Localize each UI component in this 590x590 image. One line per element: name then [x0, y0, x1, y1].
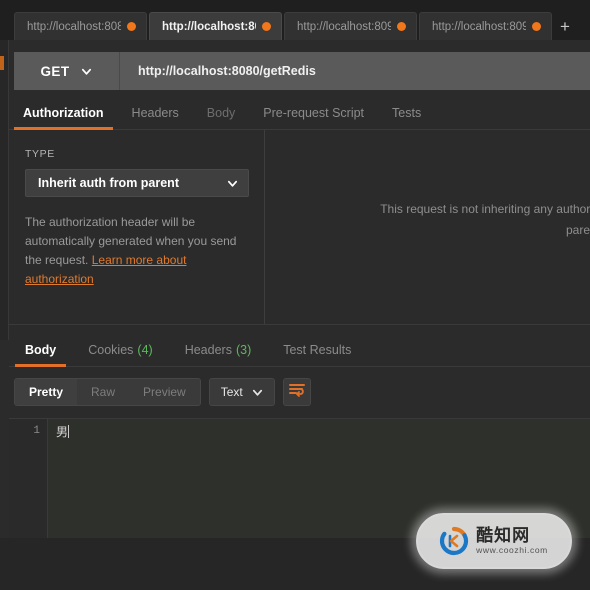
response-tab-strip: Body Cookies (4) Headers (3) Test Result… — [9, 334, 590, 367]
view-mode-raw[interactable]: Raw — [77, 379, 129, 405]
browser-tab-3[interactable]: http://localhost:809 — [284, 12, 417, 40]
watermark: 酷知网 www.coozhi.com — [411, 506, 576, 576]
response-tab-headers-label: Headers — [184, 343, 232, 357]
unsaved-dot-icon[interactable] — [532, 22, 541, 31]
new-tab-button[interactable]: + — [554, 12, 576, 40]
tab-pre-request-script-label: Pre-request Script — [263, 106, 365, 120]
tab-pre-request-script[interactable]: Pre-request Script — [249, 97, 378, 130]
word-wrap-button[interactable] — [282, 378, 311, 406]
chevron-down-icon — [252, 387, 263, 398]
auth-description: The authorization header will be automat… — [25, 213, 239, 289]
auth-type-value: Inherit auth from parent — [38, 176, 179, 190]
request-tab-strip: Authorization Headers Body Pre-request S… — [9, 97, 590, 130]
browser-tab-1-label: http://localhost:808 — [27, 20, 121, 33]
chevron-down-icon — [81, 66, 92, 77]
browser-tab-2[interactable]: http://localhost:808 — [149, 12, 282, 40]
browser-tab-2-label: http://localhost:808 — [162, 20, 256, 33]
auth-type-select[interactable]: Inherit auth from parent — [25, 169, 249, 197]
tab-body-label: Body — [206, 106, 236, 120]
coozhi-logo-icon — [439, 526, 469, 556]
tab-body[interactable]: Body — [193, 97, 250, 130]
view-mode-preview-label: Preview — [143, 385, 186, 399]
unsaved-dot-icon[interactable] — [397, 22, 406, 31]
tab-bar: http://localhost:808 http://localhost:80… — [0, 0, 590, 40]
tab-authorization-label: Authorization — [23, 106, 104, 120]
response-body-toolbar: Pretty Raw Preview Text — [14, 378, 311, 406]
response-tab-cookies-label: Cookies — [88, 343, 134, 357]
response-tab-body-label: Body — [25, 343, 57, 357]
auth-inherit-notice-line1: This request is not inheriting any autho… — [380, 202, 590, 216]
sidebar-collapse-handle[interactable] — [0, 56, 4, 70]
watermark-badge: 酷知网 www.coozhi.com — [415, 513, 572, 569]
response-tab-headers[interactable]: Headers (3) — [169, 334, 268, 367]
response-tab-body[interactable]: Body — [9, 334, 72, 367]
browser-tab-3-label: http://localhost:809 — [297, 20, 391, 33]
http-method-select[interactable]: GET — [14, 52, 120, 90]
auth-inherit-notice-line2: parent's auth — [565, 223, 590, 237]
line-number: 1 — [33, 425, 40, 437]
http-method-label: GET — [40, 63, 70, 79]
url-input-value: http://localhost:8080/getRedis — [138, 64, 316, 78]
watermark-site-url: www.coozhi.com — [476, 545, 548, 555]
chevron-down-icon — [227, 178, 238, 189]
text-caret — [68, 425, 70, 438]
word-wrap-icon — [288, 383, 305, 402]
authorization-settings: TYPE Inherit auth from parent The author… — [9, 130, 265, 324]
browser-tab-4-label: http://localhost:809 — [432, 20, 526, 33]
response-tab-test-results[interactable]: Test Results — [267, 334, 367, 367]
view-mode-pretty[interactable]: Pretty — [15, 379, 78, 405]
view-mode-group: Pretty Raw Preview — [14, 378, 201, 406]
unsaved-dot-icon[interactable] — [262, 22, 271, 31]
browser-tab-4[interactable]: http://localhost:809 — [419, 12, 552, 40]
response-tab-test-results-label: Test Results — [283, 343, 352, 357]
tab-headers-label: Headers — [131, 106, 179, 120]
app-window: http://localhost:808 http://localhost:80… — [0, 0, 590, 590]
authorization-preview: This request is not inheriting any autho… — [265, 130, 590, 324]
view-mode-pretty-label: Pretty — [29, 385, 64, 399]
request-url-bar: GET http://localhost:8080/getRedis — [14, 52, 590, 90]
url-input[interactable]: http://localhost:8080/getRedis — [120, 52, 590, 90]
watermark-site-name: 酷知网 — [476, 526, 531, 545]
line-number-gutter: 1 — [9, 419, 48, 538]
tab-tests-label: Tests — [392, 106, 422, 120]
tab-authorization[interactable]: Authorization — [9, 97, 118, 130]
authorization-panel: TYPE Inherit auth from parent The author… — [9, 130, 590, 325]
sidebar-rail — [0, 40, 9, 340]
response-format-value: Text — [220, 385, 243, 399]
unsaved-dot-icon[interactable] — [127, 22, 136, 31]
response-body-line-1: 男 — [56, 426, 69, 440]
view-mode-preview[interactable]: Preview — [129, 379, 200, 405]
watermark-text: 酷知网 www.coozhi.com — [476, 526, 548, 556]
auth-type-label: TYPE — [25, 148, 55, 160]
tab-tests[interactable]: Tests — [378, 97, 435, 130]
response-tab-cookies[interactable]: Cookies (4) — [72, 334, 168, 367]
browser-tab-1[interactable]: http://localhost:808 — [14, 12, 147, 40]
response-format-select[interactable]: Text — [208, 378, 275, 406]
view-mode-raw-label: Raw — [91, 385, 116, 399]
auth-inherit-notice: This request is not inheriting any autho… — [305, 199, 590, 241]
cookies-count-badge: (4) — [137, 343, 153, 357]
tab-headers[interactable]: Headers — [118, 97, 193, 130]
headers-count-badge: (3) — [235, 343, 252, 357]
